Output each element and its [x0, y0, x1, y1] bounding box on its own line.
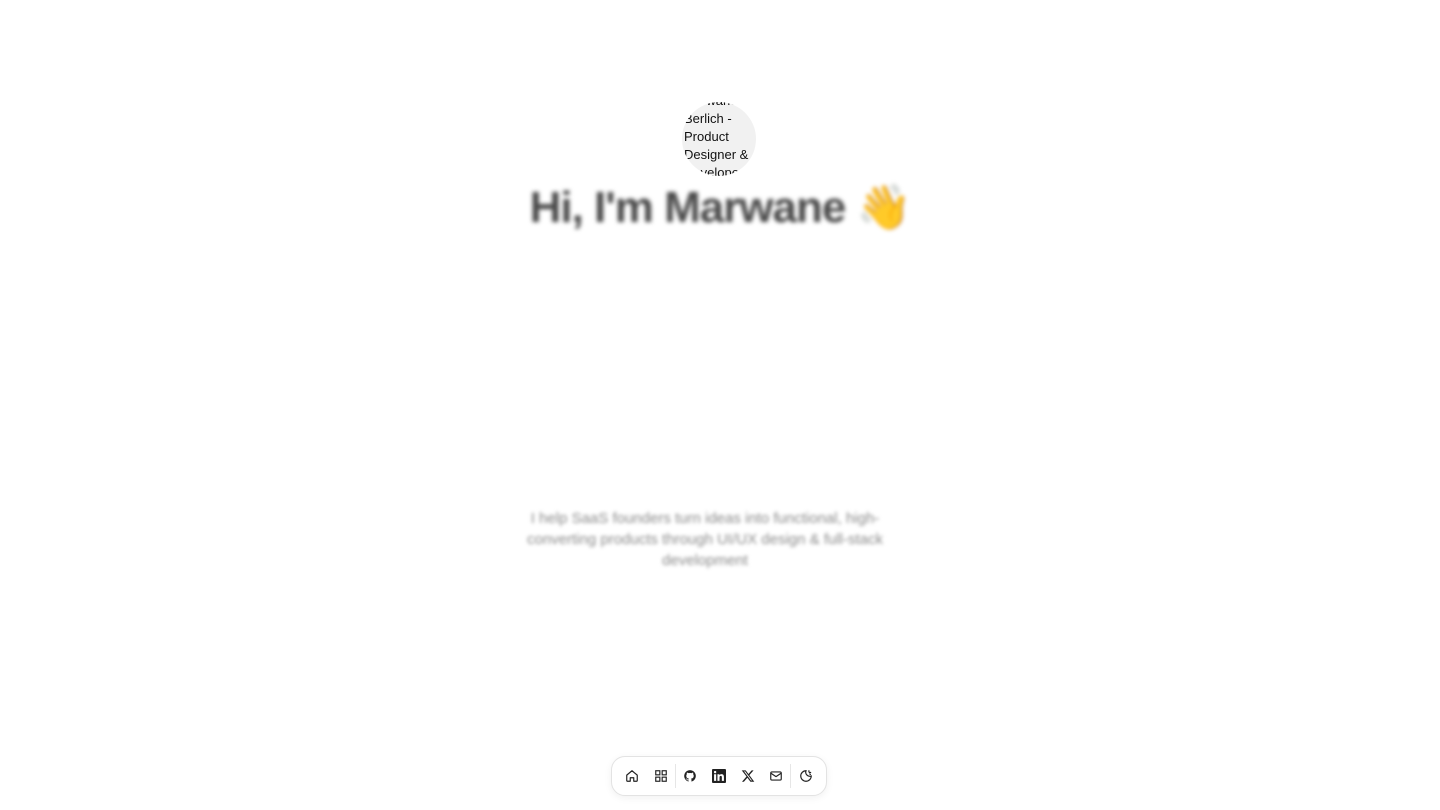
- hero-subtitle: I help SaaS founders turn ideas into fun…: [526, 510, 883, 569]
- x-icon: [741, 770, 754, 782]
- page: Marwane Berlich - Product Designer & Dev…: [0, 0, 1440, 810]
- hero-title: Hi, I'm Marwane 👋: [0, 176, 1440, 240]
- avatar: Marwane Berlich - Product Designer & Dev…: [682, 102, 756, 176]
- dock-home-button[interactable]: [618, 761, 647, 791]
- dock-linkedin-button[interactable]: [705, 761, 734, 791]
- mail-icon: [770, 771, 782, 781]
- home-icon: [626, 770, 639, 782]
- dock-theme-toggle-button[interactable]: [791, 761, 820, 791]
- hero-title-text: Hi, I'm Marwane: [529, 183, 847, 232]
- wave-emoji-icon: 👋: [856, 183, 912, 232]
- grid-icon: [655, 770, 667, 782]
- theme-toggle-icon: [799, 770, 812, 782]
- linkedin-icon: [711, 769, 726, 783]
- dock-mail-button[interactable]: [762, 761, 791, 791]
- dock-github-button[interactable]: [676, 761, 705, 791]
- avatar-alt-text: Marwane Berlich - Product Designer & Dev…: [684, 102, 749, 176]
- dock-projects-button[interactable]: [647, 761, 676, 791]
- github-icon: [684, 770, 697, 782]
- dock-navigation: [611, 756, 827, 796]
- dock-x-button[interactable]: [733, 761, 762, 791]
